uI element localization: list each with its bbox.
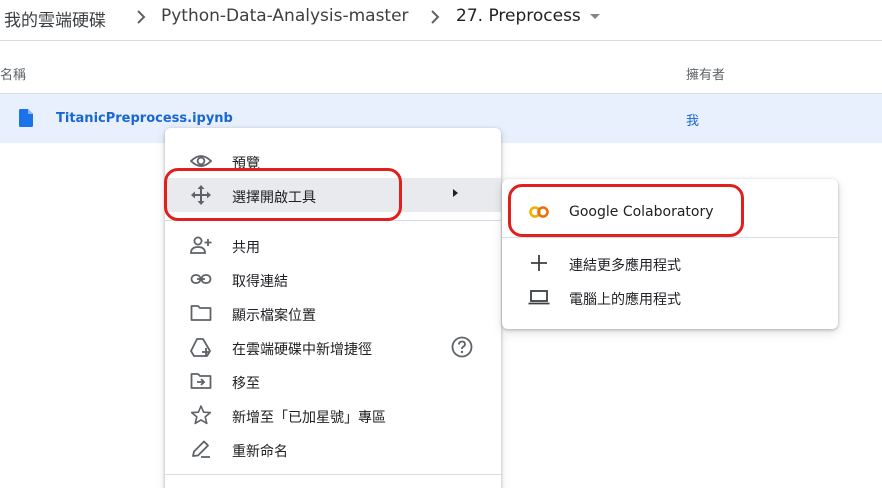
menu-item-add-shortcut[interactable]: 在雲端硬碟中新增捷徑 [165, 330, 501, 364]
chevron-right-icon [453, 189, 458, 197]
menu-item-open-with[interactable]: 選擇開啟工具 [165, 178, 501, 212]
submenu-item-label: Google Colaboratory [569, 204, 714, 220]
breadcrumb-my-drive[interactable]: 我的雲端硬碟 [4, 6, 106, 31]
open-with-submenu: Google Colaboratory 連結更多應用程式 電腦上的應用程式 [502, 179, 838, 329]
chevron-right-icon [431, 10, 440, 24]
submenu-item-computer-apps[interactable]: 電腦上的應用程式 [502, 280, 838, 314]
menu-item-label: 重新命名 [232, 444, 288, 460]
link-icon [190, 274, 212, 284]
star-icon [190, 405, 212, 425]
menu-item-show-location[interactable]: 顯示檔案位置 [165, 296, 501, 330]
menu-item-label: 共用 [232, 240, 260, 256]
person-add-icon [190, 236, 212, 254]
menu-divider [165, 220, 501, 221]
submenu-item-label: 連結更多應用程式 [569, 258, 681, 274]
pencil-icon [192, 440, 210, 458]
divider [0, 40, 882, 41]
menu-item-label: 顯示檔案位置 [232, 308, 316, 324]
menu-item-get-link[interactable]: 取得連結 [165, 262, 501, 296]
breadcrumb-current-folder[interactable]: 27. Preprocess [456, 6, 581, 26]
context-menu: 預覽 選擇開啟工具 共用 取得連結 顯示檔案位置 在雲端硬碟中新增捷徑 移至 新… [165, 128, 501, 488]
menu-item-add-star[interactable]: 新增至「已加星號」專區 [165, 398, 501, 432]
menu-item-label: 取得連結 [232, 274, 288, 290]
eye-icon [190, 155, 212, 167]
file-owner: 我 [686, 114, 700, 129]
column-header-owner: 擁有者 [686, 68, 726, 83]
menu-item-label: 預覽 [232, 156, 260, 172]
file-doc-icon [19, 109, 33, 127]
add-shortcut-icon [190, 338, 211, 357]
submenu-item-label: 電腦上的應用程式 [569, 292, 681, 308]
move-to-icon [190, 373, 212, 389]
menu-item-label: 移至 [232, 376, 260, 392]
breadcrumb: 我的雲端硬碟 Python-Data-Analysis-master 27. P… [0, 0, 882, 36]
caret-down-icon[interactable] [590, 14, 600, 19]
menu-item-share[interactable]: 共用 [165, 228, 501, 262]
file-name[interactable]: TitanicPreprocess.ipynb [56, 111, 233, 126]
laptop-icon [528, 290, 550, 305]
submenu-item-colab[interactable]: Google Colaboratory [502, 195, 838, 229]
menu-item-label: 新增至「已加星號」專區 [232, 410, 386, 426]
menu-item-label: 選擇開啟工具 [232, 190, 316, 206]
menu-divider [165, 474, 501, 475]
colab-logo-icon [529, 206, 549, 218]
menu-divider [502, 237, 838, 238]
menu-item-rename[interactable]: 重新命名 [165, 432, 501, 466]
open-with-icon [191, 185, 211, 205]
folder-icon [190, 305, 212, 321]
plus-icon [531, 255, 547, 271]
chevron-right-icon [137, 10, 146, 24]
column-header-name[interactable]: 名稱 [0, 64, 26, 83]
menu-item-preview[interactable]: 預覽 [165, 144, 501, 178]
menu-item-label: 在雲端硬碟中新增捷徑 [232, 342, 372, 358]
breadcrumb-folder[interactable]: Python-Data-Analysis-master [161, 6, 409, 26]
submenu-item-connect-more-apps[interactable]: 連結更多應用程式 [502, 246, 838, 280]
menu-item-move-to[interactable]: 移至 [165, 364, 501, 398]
help-icon[interactable] [451, 336, 473, 358]
